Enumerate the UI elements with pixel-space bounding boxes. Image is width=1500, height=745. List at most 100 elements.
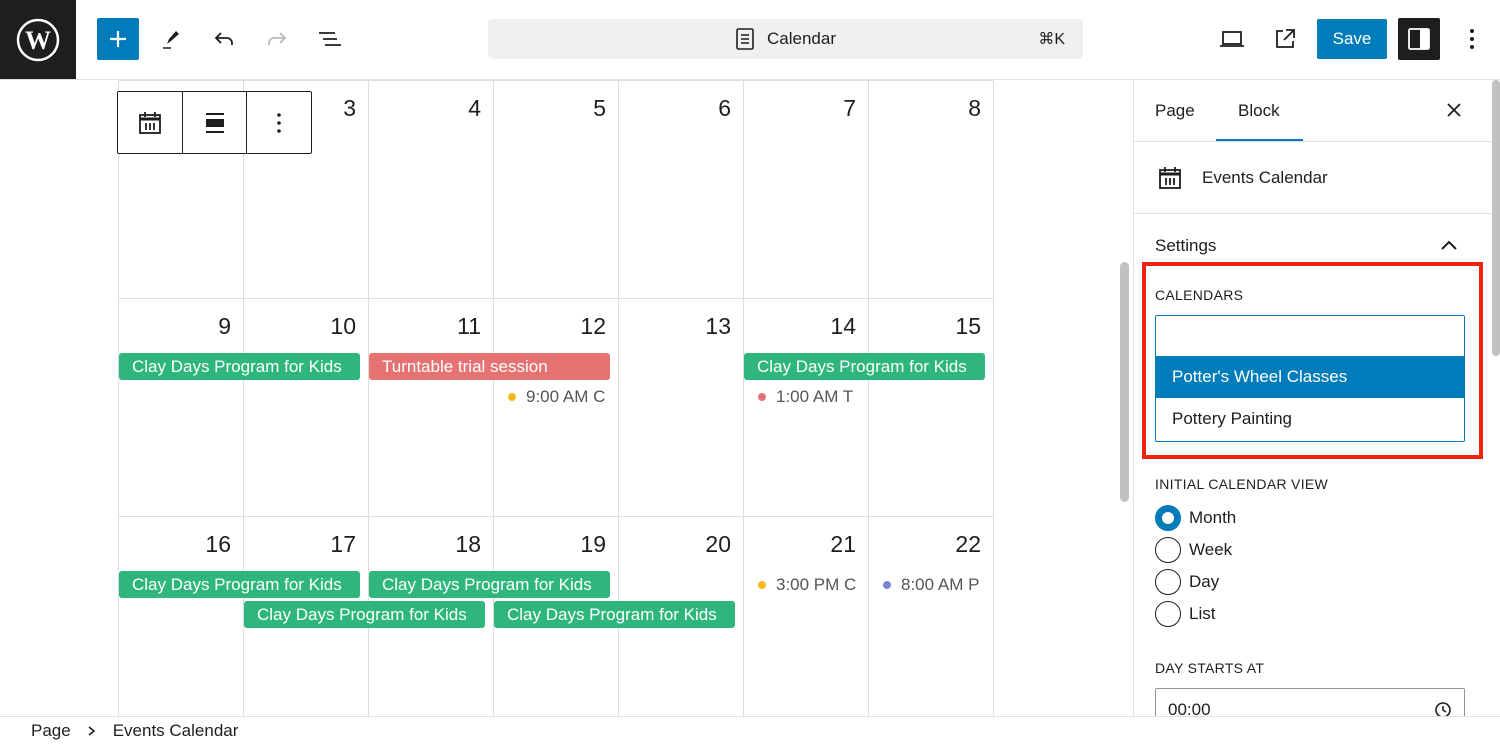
more-vertical-icon bbox=[1470, 29, 1474, 49]
day-number[interactable]: 17 bbox=[246, 531, 356, 558]
grid-line bbox=[868, 80, 869, 716]
day-number[interactable]: 19 bbox=[496, 531, 606, 558]
event-color-dot bbox=[508, 392, 516, 401]
radio-day[interactable]: Day bbox=[1155, 568, 1219, 596]
event-bar[interactable]: Clay Days Program for Kids bbox=[244, 601, 485, 628]
document-title: Calendar bbox=[767, 29, 836, 48]
divider bbox=[1134, 213, 1493, 214]
day-number[interactable]: 14 bbox=[746, 313, 856, 340]
keyboard-shortcut: ⌘K bbox=[1038, 31, 1065, 48]
day-number[interactable]: 16 bbox=[121, 531, 231, 558]
calendars-label: CALENDARS bbox=[1155, 287, 1244, 303]
block-options-button[interactable] bbox=[247, 92, 311, 153]
block-type-button[interactable] bbox=[118, 92, 183, 153]
day-number[interactable]: 5 bbox=[496, 95, 606, 122]
pencil-icon bbox=[163, 31, 179, 49]
breadcrumb-item-block[interactable]: Events Calendar bbox=[113, 721, 239, 741]
undo-icon bbox=[214, 32, 233, 45]
list-view-icon bbox=[319, 32, 341, 46]
timed-event[interactable]: 1:00 AM T bbox=[744, 383, 861, 410]
settings-toggle-button[interactable] bbox=[1398, 18, 1440, 60]
calendar-icon bbox=[1159, 167, 1181, 189]
grid-line bbox=[118, 516, 993, 517]
settings-sidebar: Page Block Events Calendar Settings CALE… bbox=[1133, 80, 1500, 716]
day-starts-label: DAY STARTS AT bbox=[1155, 660, 1265, 676]
timed-event[interactable]: 8:00 AM P bbox=[869, 571, 986, 598]
day-number[interactable]: 21 bbox=[746, 531, 856, 558]
preview-button[interactable] bbox=[1212, 19, 1252, 59]
timed-event[interactable]: 9:00 AM C bbox=[494, 383, 611, 410]
undo-button[interactable] bbox=[204, 19, 244, 59]
external-link-icon bbox=[1276, 29, 1295, 48]
event-bar[interactable]: Clay Days Program for Kids bbox=[119, 571, 360, 598]
breadcrumb-item-page[interactable]: Page bbox=[31, 721, 71, 741]
day-number[interactable]: 13 bbox=[621, 313, 731, 340]
day-number[interactable]: 12 bbox=[496, 313, 606, 340]
align-button[interactable] bbox=[183, 92, 248, 153]
calendars-select[interactable]: Potter's Wheel Classes Pottery Painting bbox=[1155, 315, 1465, 442]
chevron-up-icon bbox=[1441, 240, 1457, 250]
calendars-search-input[interactable] bbox=[1156, 316, 1464, 356]
close-sidebar-button[interactable] bbox=[1444, 100, 1464, 125]
page-icon bbox=[736, 28, 754, 50]
day-number[interactable]: 20 bbox=[621, 531, 731, 558]
day-number[interactable]: 8 bbox=[871, 95, 981, 122]
day-number[interactable]: 18 bbox=[371, 531, 481, 558]
event-bar[interactable]: Clay Days Program for Kids bbox=[369, 571, 610, 598]
align-full-icon bbox=[205, 112, 224, 133]
radio-button[interactable] bbox=[1155, 505, 1181, 531]
radio-button[interactable] bbox=[1155, 569, 1181, 595]
radio-week[interactable]: Week bbox=[1155, 536, 1232, 564]
event-bar[interactable]: Clay Days Program for Kids bbox=[494, 601, 735, 628]
radio-button[interactable] bbox=[1155, 601, 1181, 627]
list-view-button[interactable] bbox=[310, 19, 350, 59]
options-button[interactable] bbox=[1452, 19, 1492, 59]
event-bar[interactable]: Clay Days Program for Kids bbox=[744, 353, 985, 380]
save-button[interactable]: Save bbox=[1317, 19, 1387, 59]
view-page-button[interactable] bbox=[1265, 19, 1305, 59]
chevron-right-icon bbox=[88, 726, 95, 736]
block-name: Events Calendar bbox=[1202, 168, 1328, 187]
redo-button[interactable] bbox=[257, 19, 297, 59]
day-number[interactable]: 7 bbox=[746, 95, 856, 122]
radio-list[interactable]: List bbox=[1155, 600, 1215, 628]
day-number[interactable]: 9 bbox=[121, 313, 231, 340]
day-number[interactable]: 4 bbox=[371, 95, 481, 122]
grid-line bbox=[118, 80, 993, 81]
tools-button[interactable] bbox=[151, 19, 191, 59]
command-palette-button[interactable]: Calendar ⌘K bbox=[488, 19, 1083, 59]
day-number[interactable]: 22 bbox=[871, 531, 981, 558]
event-color-dot bbox=[758, 580, 766, 589]
radio-month[interactable]: Month bbox=[1155, 504, 1236, 532]
day-number[interactable]: 15 bbox=[871, 313, 981, 340]
breadcrumb: Page Events Calendar bbox=[0, 716, 1500, 745]
redo-icon bbox=[268, 32, 287, 45]
day-number[interactable]: 6 bbox=[621, 95, 731, 122]
day-starts-time-input[interactable]: 00:00 bbox=[1155, 688, 1465, 716]
calendar-option[interactable]: Pottery Painting bbox=[1156, 398, 1464, 440]
timed-event[interactable]: 3:00 PM C bbox=[744, 571, 861, 598]
plus-icon bbox=[110, 31, 126, 47]
canvas-scrollbar[interactable] bbox=[1120, 262, 1129, 502]
editor-canvas: 3 4 5 6 7 8 9 10 11 12 13 14 15 16 17 18 19 20 21 22 Clay Da… bbox=[76, 80, 1133, 716]
event-bar[interactable]: Turntable trial session bbox=[369, 353, 610, 380]
radio-label: Week bbox=[1189, 540, 1233, 559]
tab-page[interactable]: Page bbox=[1155, 80, 1195, 141]
svg-text:W: W bbox=[25, 26, 51, 55]
close-icon bbox=[1447, 103, 1461, 117]
calendar-option[interactable]: Potter's Wheel Classes bbox=[1156, 356, 1464, 398]
sidebar-toggle-icon bbox=[1408, 28, 1430, 50]
day-number[interactable]: 11 bbox=[371, 313, 481, 340]
radio-button[interactable] bbox=[1155, 537, 1181, 563]
sidebar-scrollbar[interactable] bbox=[1492, 80, 1500, 356]
add-block-button[interactable] bbox=[97, 18, 139, 60]
wordpress-logo[interactable]: W bbox=[0, 0, 76, 79]
block-card bbox=[1158, 166, 1182, 195]
day-number[interactable]: 10 bbox=[246, 313, 356, 340]
event-bar[interactable]: Clay Days Program for Kids bbox=[119, 353, 360, 380]
tab-block[interactable]: Block bbox=[1238, 80, 1280, 141]
time-value: 00:00 bbox=[1168, 700, 1211, 716]
grid-line bbox=[118, 80, 119, 716]
settings-panel-title[interactable]: Settings bbox=[1155, 236, 1216, 256]
settings-collapse-toggle[interactable] bbox=[1440, 238, 1458, 256]
